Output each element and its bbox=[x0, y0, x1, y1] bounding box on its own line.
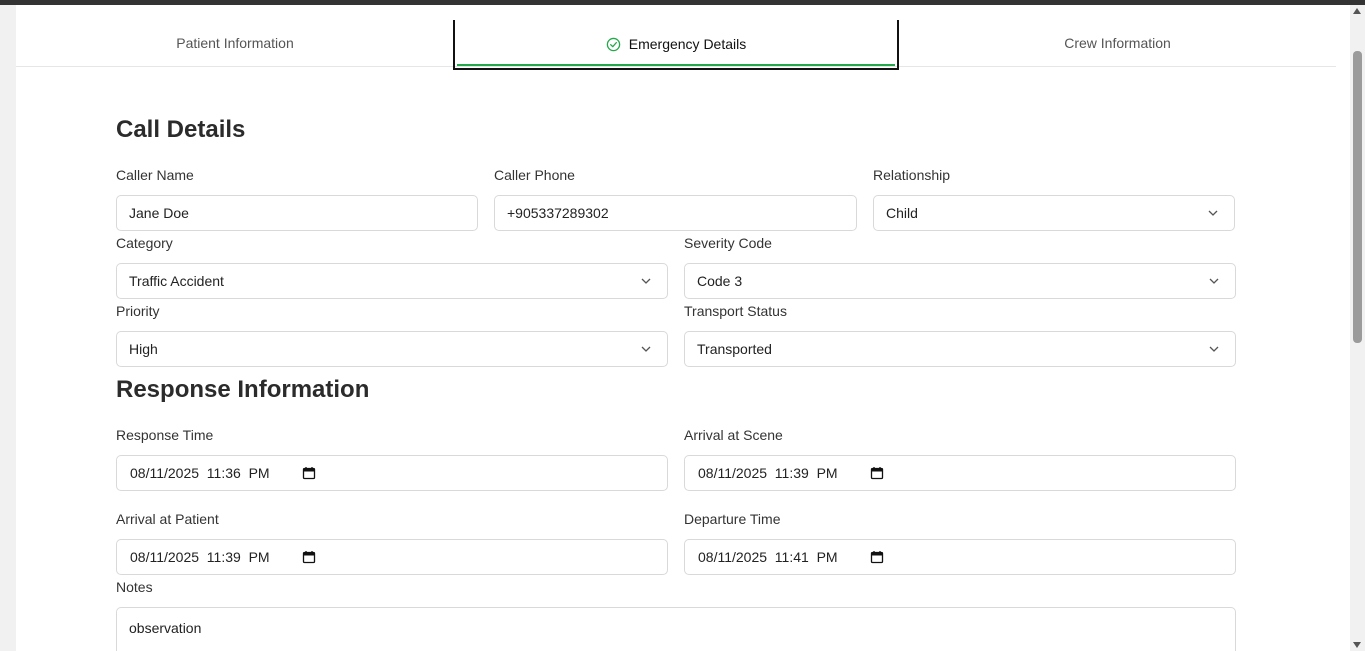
relationship-select[interactable]: Child bbox=[873, 195, 1235, 231]
category-label: Category bbox=[116, 235, 173, 251]
caller-phone-value: +905337289302 bbox=[507, 205, 609, 221]
page-background: Patient Information Emergency Details Cr… bbox=[0, 5, 1350, 651]
calendar-icon[interactable] bbox=[302, 550, 316, 564]
chevron-down-icon bbox=[1208, 210, 1218, 216]
relationship-value: Child bbox=[886, 205, 918, 221]
calendar-icon[interactable] bbox=[870, 466, 884, 480]
transport-status-label: Transport Status bbox=[684, 303, 787, 319]
tab-label: Crew Information bbox=[1064, 34, 1171, 51]
category-select[interactable]: Traffic Accident bbox=[116, 263, 668, 299]
caller-name-value: Jane Doe bbox=[129, 205, 189, 221]
notes-label: Notes bbox=[116, 579, 153, 595]
notes-value: observation bbox=[129, 620, 202, 636]
call-details-heading: Call Details bbox=[116, 116, 246, 143]
severity-code-select[interactable]: Code 3 bbox=[684, 263, 1236, 299]
arrival-at-patient-value: 08/11/2025 11:39 PM bbox=[130, 549, 270, 565]
response-time-input[interactable]: 08/11/2025 11:36 PM bbox=[116, 455, 668, 491]
arrival-at-scene-value: 08/11/2025 11:39 PM bbox=[698, 465, 838, 481]
departure-time-label: Departure Time bbox=[684, 511, 781, 527]
tab-label: Emergency Details bbox=[628, 36, 747, 52]
chevron-down-icon bbox=[641, 278, 651, 284]
arrival-at-patient-input[interactable]: 08/11/2025 11:39 PM bbox=[116, 539, 668, 575]
chevron-down-icon bbox=[1209, 346, 1219, 352]
tab-bar: Patient Information Emergency Details Cr… bbox=[16, 5, 1336, 70]
priority-label: Priority bbox=[116, 303, 160, 319]
relationship-label: Relationship bbox=[873, 167, 951, 183]
departure-time-input[interactable]: 08/11/2025 11:41 PM bbox=[684, 539, 1236, 575]
tab-label: Patient Information bbox=[176, 34, 294, 51]
response-time-label: Response Time bbox=[116, 427, 214, 443]
severity-code-value: Code 3 bbox=[697, 273, 743, 289]
active-tab-indicator bbox=[457, 64, 895, 66]
chevron-down-icon bbox=[641, 346, 651, 352]
check-circle-icon bbox=[606, 37, 620, 51]
scroll-down-arrow-icon[interactable] bbox=[1353, 642, 1361, 648]
page-scrollbar[interactable] bbox=[1350, 5, 1365, 651]
caller-name-label: Caller Name bbox=[116, 167, 194, 183]
severity-code-label: Severity Code bbox=[684, 235, 772, 251]
category-value: Traffic Accident bbox=[129, 273, 224, 289]
transport-status-value: Transported bbox=[697, 341, 772, 357]
response-time-value: 08/11/2025 11:36 PM bbox=[130, 465, 270, 481]
chevron-down-icon bbox=[1209, 278, 1219, 284]
arrival-at-scene-input[interactable]: 08/11/2025 11:39 PM bbox=[684, 455, 1236, 491]
tab-crew-information[interactable]: Crew Information bbox=[899, 5, 1336, 67]
scroll-thumb[interactable] bbox=[1353, 51, 1362, 343]
transport-status-select[interactable]: Transported bbox=[684, 331, 1236, 367]
tab-patient-information[interactable]: Patient Information bbox=[16, 5, 454, 67]
departure-time-value: 08/11/2025 11:41 PM bbox=[698, 549, 838, 565]
calendar-icon[interactable] bbox=[870, 550, 884, 564]
priority-select[interactable]: High bbox=[116, 331, 668, 367]
form-panel: Patient Information Emergency Details Cr… bbox=[16, 5, 1350, 651]
caller-phone-label: Caller Phone bbox=[494, 167, 575, 183]
response-information-heading: Response Information bbox=[116, 376, 370, 403]
arrival-at-scene-label: Arrival at Scene bbox=[684, 427, 783, 443]
calendar-icon[interactable] bbox=[302, 466, 316, 480]
notes-textarea[interactable]: observation bbox=[116, 607, 1236, 651]
arrival-at-patient-label: Arrival at Patient bbox=[116, 511, 219, 527]
caller-name-input[interactable]: Jane Doe bbox=[116, 195, 478, 231]
tab-emergency-details[interactable]: Emergency Details bbox=[453, 20, 899, 70]
caller-phone-input[interactable]: +905337289302 bbox=[494, 195, 857, 231]
priority-value: High bbox=[129, 341, 158, 357]
scroll-up-arrow-icon[interactable] bbox=[1353, 8, 1361, 14]
